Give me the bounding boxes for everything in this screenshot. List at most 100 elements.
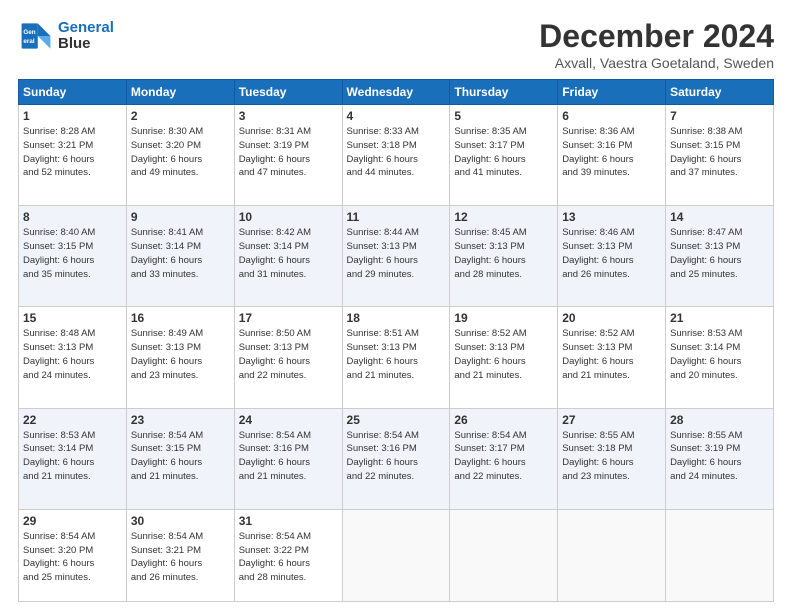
cell-content: Sunrise: 8:41 AMSunset: 3:14 PMDaylight:…: [131, 226, 230, 281]
cell-content: Sunrise: 8:54 AMSunset: 3:17 PMDaylight:…: [454, 429, 553, 484]
cell-content: Sunrise: 8:51 AMSunset: 3:13 PMDaylight:…: [347, 327, 446, 382]
day-number: 8: [23, 210, 122, 224]
day-number: 4: [347, 109, 446, 123]
calendar-cell: 31 Sunrise: 8:54 AMSunset: 3:22 PMDayligh…: [234, 509, 342, 601]
day-number: 11: [347, 210, 446, 224]
calendar-cell: 13Sunrise: 8:46 AMSunset: 3:13 PMDayligh…: [558, 206, 666, 307]
cell-content: Sunrise: 8:48 AMSunset: 3:13 PMDaylight:…: [23, 327, 122, 382]
header: Gen eral General Blue December 2024 Axva…: [18, 18, 774, 71]
cell-content: Sunrise: 8:54 AMSunset: 3:16 PMDaylight:…: [239, 429, 338, 484]
cell-content: Sunrise: 8:54 AMSunset: 3:22 PMDaylight:…: [239, 530, 338, 585]
logo-icon: Gen eral: [18, 18, 54, 54]
cell-content: Sunrise: 8:54 AMSunset: 3:21 PMDaylight:…: [131, 530, 230, 585]
cell-content: Sunrise: 8:42 AMSunset: 3:14 PMDaylight:…: [239, 226, 338, 281]
day-number: 3: [239, 109, 338, 123]
cell-content: Sunrise: 8:31 AMSunset: 3:19 PMDaylight:…: [239, 125, 338, 180]
cell-content: Sunrise: 8:44 AMSunset: 3:13 PMDaylight:…: [347, 226, 446, 281]
calendar-cell: 6 Sunrise: 8:36 AMSunset: 3:16 PMDaylight…: [558, 105, 666, 206]
calendar-cell: [450, 509, 558, 601]
day-number: 26: [454, 413, 553, 427]
calendar-cell: 8 Sunrise: 8:40 AMSunset: 3:15 PMDaylight…: [19, 206, 127, 307]
calendar-cell: 9 Sunrise: 8:41 AMSunset: 3:14 PMDaylight…: [126, 206, 234, 307]
day-number: 19: [454, 311, 553, 325]
day-number: 6: [562, 109, 661, 123]
calendar-cell: 29 Sunrise: 8:54 AMSunset: 3:20 PMDayligh…: [19, 509, 127, 601]
weekday-header-wednesday: Wednesday: [342, 80, 450, 105]
day-number: 31: [239, 514, 338, 528]
weekday-header-saturday: Saturday: [666, 80, 774, 105]
calendar-cell: 15 Sunrise: 8:48 AMSunset: 3:13 PMDayligh…: [19, 307, 127, 408]
calendar-cell: 18 Sunrise: 8:51 AMSunset: 3:13 PMDayligh…: [342, 307, 450, 408]
calendar-cell: 25Sunrise: 8:54 AMSunset: 3:16 PMDayligh…: [342, 408, 450, 509]
day-number: 14: [670, 210, 769, 224]
day-number: 29: [23, 514, 122, 528]
day-number: 28: [670, 413, 769, 427]
weekday-header-monday: Monday: [126, 80, 234, 105]
weekday-header-thursday: Thursday: [450, 80, 558, 105]
weekday-header-sunday: Sunday: [19, 80, 127, 105]
cell-content: Sunrise: 8:49 AMSunset: 3:13 PMDaylight:…: [131, 327, 230, 382]
weekday-header-tuesday: Tuesday: [234, 80, 342, 105]
day-number: 16: [131, 311, 230, 325]
day-number: 13: [562, 210, 661, 224]
cell-content: Sunrise: 8:45 AMSunset: 3:13 PMDaylight:…: [454, 226, 553, 281]
cell-content: Sunrise: 8:52 AMSunset: 3:13 PMDaylight:…: [562, 327, 661, 382]
calendar-cell: [558, 509, 666, 601]
day-number: 24: [239, 413, 338, 427]
day-number: 2: [131, 109, 230, 123]
calendar-cell: 10 Sunrise: 8:42 AMSunset: 3:14 PMDayligh…: [234, 206, 342, 307]
cell-content: Sunrise: 8:52 AMSunset: 3:13 PMDaylight:…: [454, 327, 553, 382]
logo-text: General Blue: [58, 20, 114, 53]
svg-text:eral: eral: [23, 38, 34, 45]
calendar-cell: 4 Sunrise: 8:33 AMSunset: 3:18 PMDaylight…: [342, 105, 450, 206]
cell-content: Sunrise: 8:40 AMSunset: 3:15 PMDaylight:…: [23, 226, 122, 281]
calendar-header-row: SundayMondayTuesdayWednesdayThursdayFrid…: [19, 80, 774, 105]
calendar-cell: 30 Sunrise: 8:54 AMSunset: 3:21 PMDayligh…: [126, 509, 234, 601]
cell-content: Sunrise: 8:28 AMSunset: 3:21 PMDaylight:…: [23, 125, 122, 180]
calendar-cell: [666, 509, 774, 601]
calendar-cell: 21Sunrise: 8:53 AMSunset: 3:14 PMDayligh…: [666, 307, 774, 408]
calendar-cell: 19 Sunrise: 8:52 AMSunset: 3:13 PMDayligh…: [450, 307, 558, 408]
day-number: 25: [347, 413, 446, 427]
day-number: 15: [23, 311, 122, 325]
calendar-cell: [342, 509, 450, 601]
page: Gen eral General Blue December 2024 Axva…: [0, 0, 792, 612]
day-number: 9: [131, 210, 230, 224]
cell-content: Sunrise: 8:54 AMSunset: 3:20 PMDaylight:…: [23, 530, 122, 585]
calendar-cell: 26 Sunrise: 8:54 AMSunset: 3:17 PMDayligh…: [450, 408, 558, 509]
day-number: 22: [23, 413, 122, 427]
calendar-cell: 1Sunrise: 8:28 AMSunset: 3:21 PMDaylight…: [19, 105, 127, 206]
cell-content: Sunrise: 8:33 AMSunset: 3:18 PMDaylight:…: [347, 125, 446, 180]
calendar-cell: 2 Sunrise: 8:30 AMSunset: 3:20 PMDaylight…: [126, 105, 234, 206]
day-number: 18: [347, 311, 446, 325]
day-number: 30: [131, 514, 230, 528]
cell-content: Sunrise: 8:36 AMSunset: 3:16 PMDaylight:…: [562, 125, 661, 180]
calendar-cell: 22 Sunrise: 8:53 AMSunset: 3:14 PMDayligh…: [19, 408, 127, 509]
day-number: 10: [239, 210, 338, 224]
weekday-header-friday: Friday: [558, 80, 666, 105]
title-block: December 2024 Axvall, Vaestra Goetaland,…: [539, 18, 774, 71]
day-number: 27: [562, 413, 661, 427]
calendar-cell: 27 Sunrise: 8:55 AMSunset: 3:18 PMDayligh…: [558, 408, 666, 509]
day-number: 7: [670, 109, 769, 123]
calendar-cell: 5 Sunrise: 8:35 AMSunset: 3:17 PMDaylight…: [450, 105, 558, 206]
cell-content: Sunrise: 8:53 AMSunset: 3:14 PMDaylight:…: [23, 429, 122, 484]
cell-content: Sunrise: 8:38 AMSunset: 3:15 PMDaylight:…: [670, 125, 769, 180]
cell-content: Sunrise: 8:47 AMSunset: 3:13 PMDaylight:…: [670, 226, 769, 281]
cell-content: Sunrise: 8:30 AMSunset: 3:20 PMDaylight:…: [131, 125, 230, 180]
cell-content: Sunrise: 8:54 AMSunset: 3:15 PMDaylight:…: [131, 429, 230, 484]
calendar-cell: 20 Sunrise: 8:52 AMSunset: 3:13 PMDayligh…: [558, 307, 666, 408]
logo: Gen eral General Blue: [18, 18, 114, 54]
calendar-cell: 28Sunrise: 8:55 AMSunset: 3:19 PMDayligh…: [666, 408, 774, 509]
cell-content: Sunrise: 8:55 AMSunset: 3:18 PMDaylight:…: [562, 429, 661, 484]
calendar-cell: 12Sunrise: 8:45 AMSunset: 3:13 PMDayligh…: [450, 206, 558, 307]
calendar-cell: 16 Sunrise: 8:49 AMSunset: 3:13 PMDayligh…: [126, 307, 234, 408]
calendar-cell: 24 Sunrise: 8:54 AMSunset: 3:16 PMDayligh…: [234, 408, 342, 509]
calendar-cell: 23Sunrise: 8:54 AMSunset: 3:15 PMDayligh…: [126, 408, 234, 509]
svg-text:Gen: Gen: [23, 29, 35, 36]
main-title: December 2024: [539, 18, 774, 55]
day-number: 20: [562, 311, 661, 325]
day-number: 5: [454, 109, 553, 123]
calendar-table: SundayMondayTuesdayWednesdayThursdayFrid…: [18, 79, 774, 602]
cell-content: Sunrise: 8:35 AMSunset: 3:17 PMDaylight:…: [454, 125, 553, 180]
